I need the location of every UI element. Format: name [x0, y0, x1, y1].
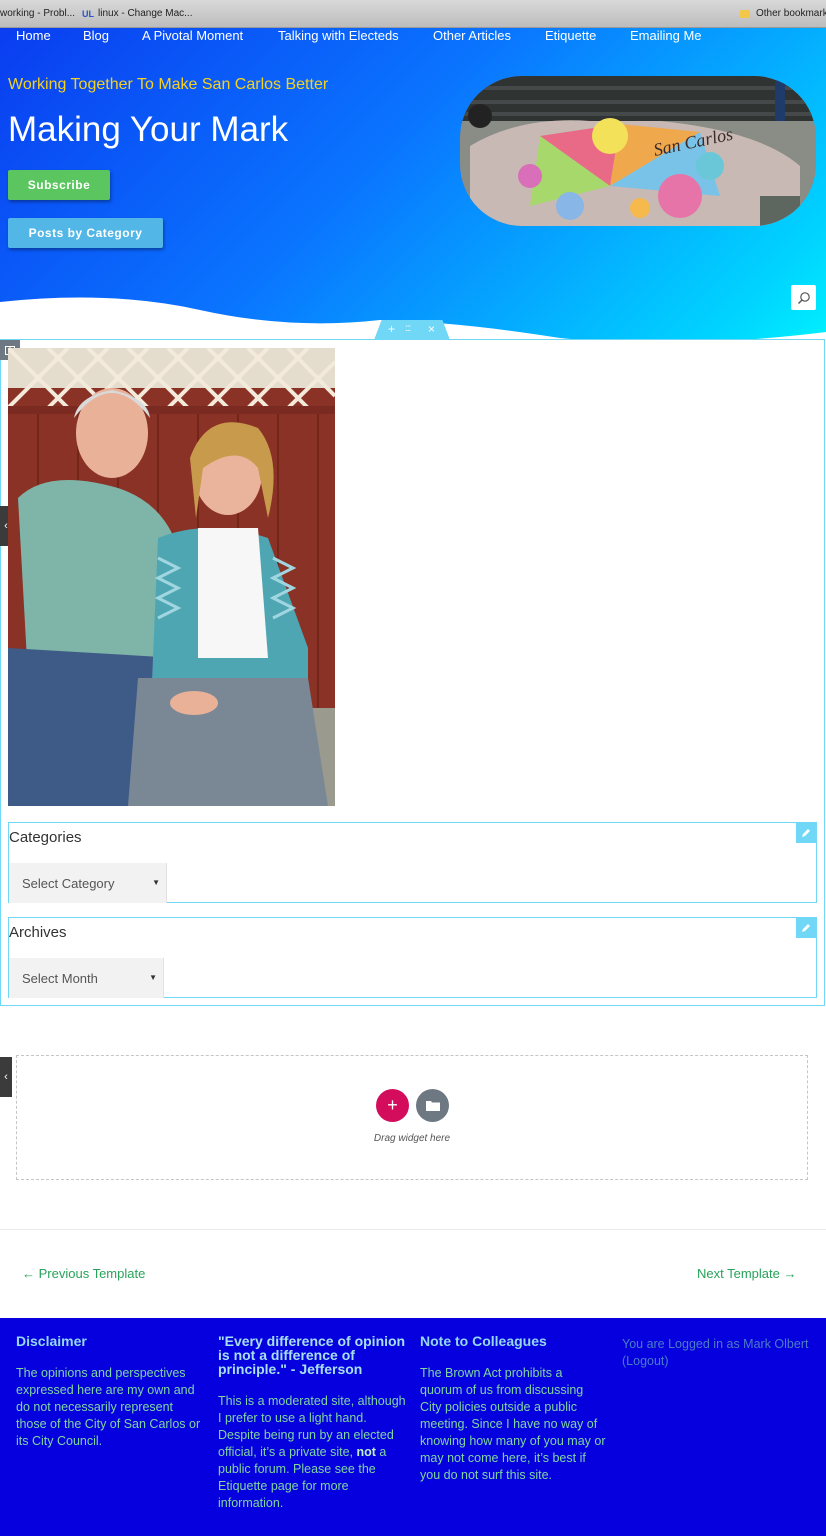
site-tagline: Working Together To Make San Carlos Bett… [8, 76, 329, 93]
footer-disclaimer: Disclaimer The opinions and perspectives… [16, 1334, 204, 1450]
category-select-value: Select Category [22, 875, 115, 891]
dropdown-arrow-icon: ▼ [149, 973, 157, 982]
bookmark-working[interactable]: working - Probl... [0, 8, 75, 19]
categories-title: Categories [9, 829, 82, 846]
divider [0, 1229, 826, 1230]
other-bookmarks[interactable]: Other bookmarks [740, 8, 826, 19]
footer-colleagues: Note to Colleagues The Brown Act prohibi… [420, 1334, 608, 1484]
portrait-photo [8, 348, 335, 806]
nav-emailing-me[interactable]: Emailing Me [630, 28, 702, 43]
panel-toggle-lower[interactable]: ‹ [0, 1057, 12, 1097]
colleagues-heading: Note to Colleagues [420, 1333, 547, 1349]
footer-quote: "Every difference of opinion is not a di… [218, 1334, 406, 1512]
posts-by-category-button[interactable]: Posts by Category [8, 218, 163, 248]
plus-icon: + [387, 1095, 398, 1115]
other-bookmarks-label: Other bookmarks [756, 8, 826, 19]
search-icon [797, 291, 810, 304]
move-section-icon[interactable]: ::: [405, 323, 411, 334]
bookmark-label: working - Probl... [0, 8, 76, 19]
dropdown-arrow-icon: ▼ [152, 878, 160, 887]
nav-talking-with-electeds[interactable]: Talking with Electeds [278, 28, 399, 43]
add-section-icon[interactable]: + [388, 322, 395, 336]
nav-blog[interactable]: Blog [83, 28, 109, 43]
site-title[interactable]: Making Your Mark [8, 110, 288, 150]
disclaimer-text: The opinions and perspectives expressed … [16, 1366, 201, 1448]
subscribe-button[interactable]: Subscribe [8, 170, 110, 200]
month-select-value: Select Month [22, 970, 98, 986]
pencil-icon [802, 924, 810, 932]
nav-home[interactable]: Home [16, 28, 51, 43]
logged-in-text[interactable]: You are Logged in as Mark Olbert (Logout… [622, 1336, 810, 1370]
chevron-left-icon: ‹ [4, 1071, 8, 1083]
nav-etiquette[interactable]: Etiquette [545, 28, 596, 43]
site-footer: Disclaimer The opinions and perspectives… [0, 1318, 826, 1536]
nav-pivotal-moment[interactable]: A Pivotal Moment [142, 28, 243, 43]
category-select[interactable]: Select Category ▼ [9, 863, 167, 903]
next-template-link[interactable]: Next Template → [697, 1266, 796, 1281]
ul-icon: UL [82, 8, 94, 19]
add-widget-button[interactable]: + [376, 1089, 409, 1122]
hero-header: Home Blog A Pivotal Moment Talking with … [0, 28, 826, 340]
edit-widget-button[interactable] [796, 918, 816, 938]
month-select[interactable]: Select Month ▼ [9, 958, 164, 998]
quote-text: This is a moderated site, although I pre… [218, 1393, 406, 1512]
bookmarks-bar: working - Probl... UL linux - Change Mac… [0, 0, 826, 28]
edit-widget-button[interactable] [796, 823, 816, 843]
disclaimer-heading: Disclaimer [16, 1333, 87, 1349]
archives-widget: Archives Select Month ▼ [8, 917, 817, 998]
footer-login: You are Logged in as Mark Olbert (Logout… [622, 1336, 810, 1370]
section-handle: + ::: × [374, 320, 450, 340]
previous-template-link[interactable]: ← Previous Template [22, 1266, 145, 1281]
nav-other-articles[interactable]: Other Articles [433, 28, 511, 43]
chalk-art-image: San Carlos [460, 76, 816, 226]
folder-icon [425, 1101, 440, 1111]
widget-dropzone[interactable]: + Drag widget here [16, 1055, 808, 1180]
quote-heading: "Every difference of opinion is not a di… [218, 1333, 406, 1377]
archives-title: Archives [9, 924, 67, 941]
close-section-icon[interactable]: × [428, 322, 435, 336]
page: working - Probl... UL linux - Change Mac… [0, 0, 826, 1536]
colleagues-text: The Brown Act prohibits a quorum of us f… [420, 1366, 606, 1482]
search-button[interactable] [791, 285, 816, 310]
folder-icon [740, 9, 750, 18]
dropzone-text: Drag widget here [373, 1133, 451, 1144]
bookmark-label: linux - Change Mac... [98, 8, 193, 19]
add-template-button[interactable] [416, 1089, 449, 1122]
bookmark-linux[interactable]: UL linux - Change Mac... [82, 8, 193, 19]
categories-widget: Categories Select Category ▼ [8, 822, 817, 903]
pencil-icon [802, 829, 810, 837]
quote-text-bold: not [356, 1445, 376, 1459]
